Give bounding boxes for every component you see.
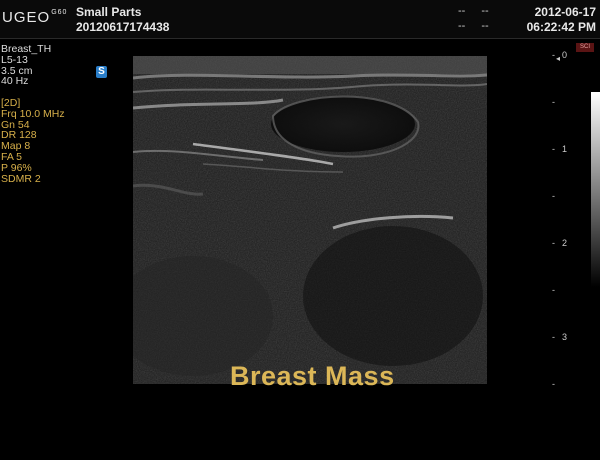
depth-tick: - <box>552 50 555 60</box>
datetime: 2012-06-17 06:22:42 PM <box>527 5 596 35</box>
dash-field: -- <box>458 5 466 17</box>
probe-name: L5-13 <box>1 53 28 66</box>
exam-time: 06:22:42 PM <box>526 20 596 34</box>
depth-tick: - <box>552 191 555 201</box>
exam-info: Small Parts 20120617174438 <box>76 5 169 35</box>
logo-text: UGEO <box>2 9 51 26</box>
depth-label-3: 3 <box>562 332 568 342</box>
patient-id: 20120617174438 <box>76 20 170 34</box>
logo-model: G60 <box>51 9 68 16</box>
info-dashes-row2: -- -- <box>458 20 505 32</box>
exam-date: 2012-06-17 <box>534 5 596 19</box>
depth-tick: - <box>552 97 555 107</box>
depth-label-0: 0 <box>562 50 568 60</box>
device-logo: UGEOG60 <box>2 9 67 26</box>
depth-label-2: 2 <box>562 238 568 248</box>
ultrasound-image <box>133 56 487 384</box>
dash-field: -- <box>458 20 466 32</box>
annotation-text: Breast Mass <box>230 361 395 391</box>
param-sdmr: SDMR 2 <box>1 172 41 185</box>
depth-scale: - 0 - - 1 - - 2 - - 3 - <box>552 50 592 390</box>
grayscale-bar <box>591 92 600 287</box>
dash-field: -- <box>481 5 489 17</box>
depth-label-1: 1 <box>562 144 568 154</box>
depth-tick: - <box>552 332 555 342</box>
param-power: P 96% <box>1 161 32 174</box>
dash-field: -- <box>481 20 489 32</box>
info-dashes-row1: -- -- <box>458 5 505 17</box>
ultrasound-texture <box>133 56 487 384</box>
frame-rate: 40 Hz <box>1 75 29 88</box>
s-badge: S <box>96 66 107 78</box>
depth-tick: - <box>552 379 555 389</box>
depth-tick: - <box>552 238 555 248</box>
probe-info: Breast_TH L5-13 3.5 cm 40 Hz <box>1 44 51 87</box>
exam-type: Small Parts <box>76 5 142 19</box>
depth-tick: - <box>552 285 555 295</box>
header-bar: UGEOG60 Small Parts 20120617174438 -- -- … <box>0 0 600 39</box>
imaging-params: [2D] Frq 10.0 MHz Gn 54 DR 128 Map 8 FA … <box>1 98 65 184</box>
depth-tick: - <box>552 144 555 154</box>
param-frequency: Frq 10.0 MHz <box>1 107 65 120</box>
